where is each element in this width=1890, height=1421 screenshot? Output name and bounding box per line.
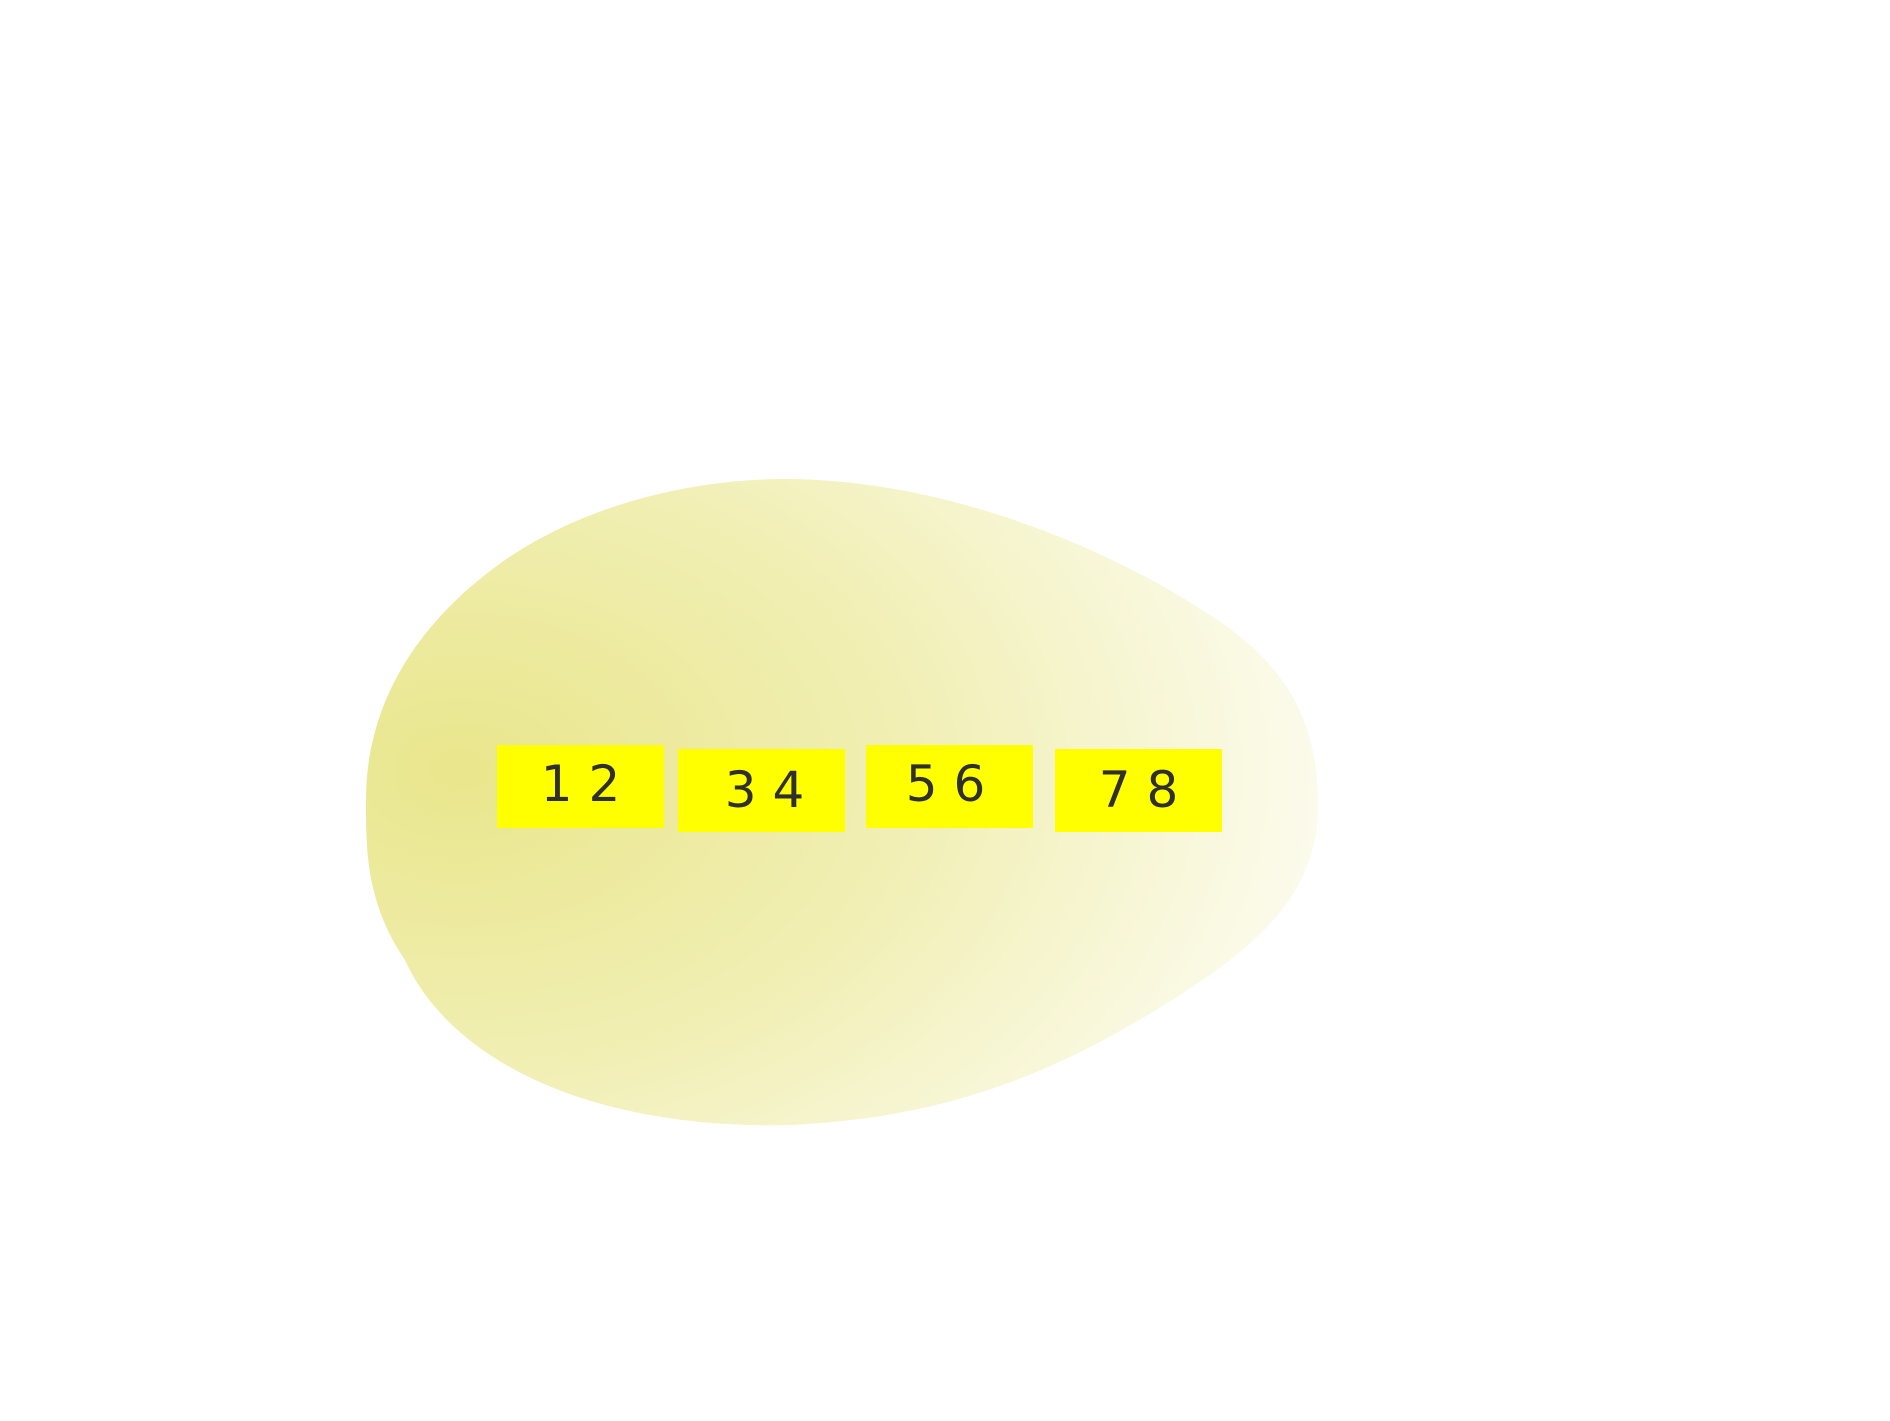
label-text: 1 2 bbox=[540, 754, 621, 813]
label-box-3-4: 3 4 bbox=[678, 749, 845, 832]
egg-shape-layer bbox=[366, 479, 1318, 1126]
label-text: 3 4 bbox=[724, 760, 805, 819]
label-box-1-2: 1 2 bbox=[497, 745, 664, 828]
label-box-7-8: 7 8 bbox=[1055, 749, 1222, 832]
diagram-canvas: 1 2 3 4 5 6 7 8 bbox=[0, 0, 1890, 1417]
label-box-5-6: 5 6 bbox=[866, 745, 1033, 828]
label-text: 7 8 bbox=[1098, 760, 1179, 819]
label-text: 5 6 bbox=[905, 754, 986, 813]
